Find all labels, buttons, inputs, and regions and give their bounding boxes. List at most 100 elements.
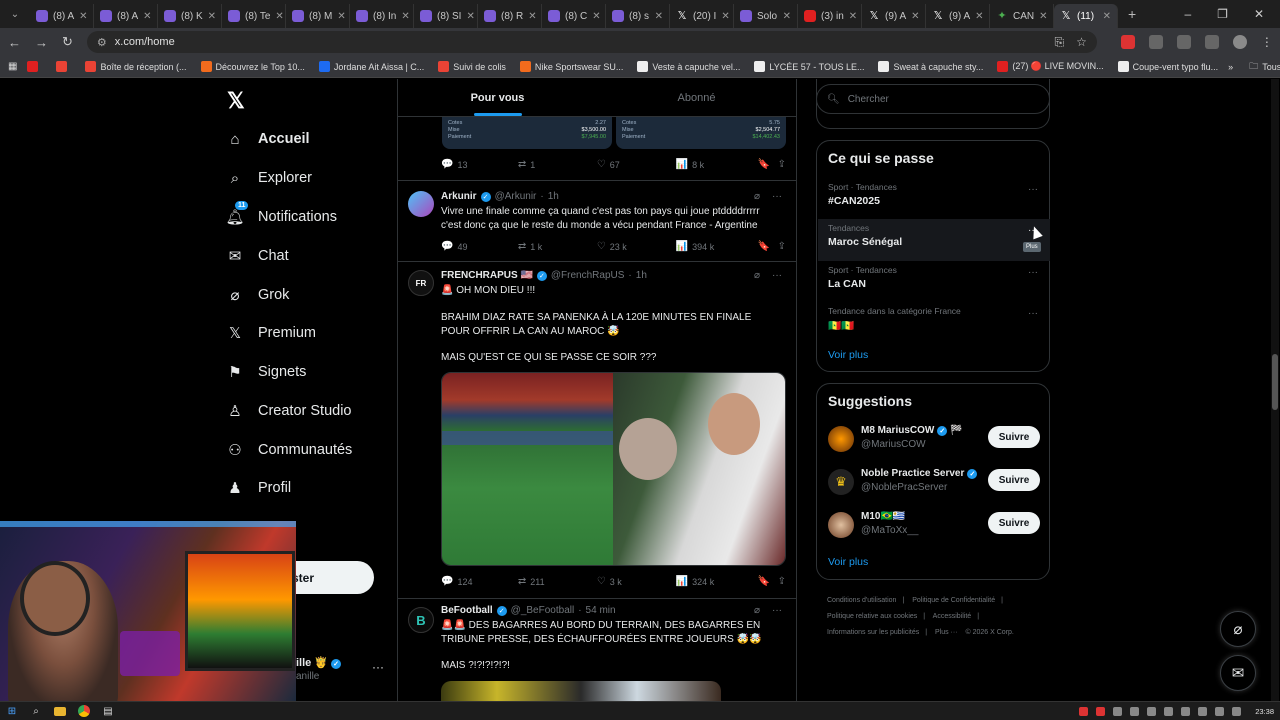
bookmark-item[interactable]: Jordane Ait Aissa | C... — [318, 61, 424, 72]
see-more-link[interactable]: Voir plus — [828, 556, 868, 568]
trend-item[interactable]: Sport · Tendances La CAN ··· — [818, 261, 1050, 303]
more-icon[interactable]: ··· — [1028, 267, 1038, 278]
share-button[interactable]: ⇪ — [778, 576, 786, 587]
more-icon[interactable]: ··· — [772, 191, 782, 202]
app-icon[interactable]: ▤ — [102, 705, 114, 717]
like-button[interactable]: ♡ 23 k — [597, 241, 676, 252]
close-tab-icon[interactable]: ✕ — [849, 11, 857, 22]
grok-icon[interactable]: ⌀ — [754, 270, 760, 281]
tweet-media[interactable] — [441, 681, 721, 701]
avatar[interactable] — [828, 426, 854, 452]
tray-icon[interactable] — [1079, 706, 1089, 716]
browser-tab[interactable]: 𝕏 (11) ✕ — [1054, 4, 1118, 28]
tweet-time[interactable]: 1h — [548, 191, 559, 202]
file-explorer-icon[interactable] — [54, 706, 66, 716]
bookmark-button[interactable]: 🔖 — [758, 576, 778, 587]
bookmark-item[interactable]: Sweat à capuche sty... — [878, 61, 983, 72]
chrome-icon[interactable] — [78, 705, 90, 717]
messages-fab-icon[interactable]: ✉ — [1220, 655, 1256, 691]
suggestion-item[interactable]: M8 MariusCOW ✓ 🏁 @MariusCOW Suivre — [818, 421, 1050, 461]
bookmark-item[interactable]: Découvrez le Top 10... — [200, 61, 305, 72]
search-input[interactable]: 🔍︎ Chercher — [816, 84, 1050, 114]
close-tab-icon[interactable]: ✕ — [528, 11, 536, 22]
grok-icon[interactable]: ⌀ — [754, 605, 760, 616]
tweet-media[interactable] — [441, 372, 786, 566]
repost-button[interactable]: ⇄ 1 — [518, 159, 597, 170]
extension-icon[interactable] — [1148, 35, 1163, 49]
repost-button[interactable]: ⇄ 1 k — [518, 241, 597, 252]
chevron-right-icon[interactable]: » — [1228, 62, 1233, 72]
close-window-icon[interactable]: ✕ — [1254, 7, 1264, 21]
bookmark-item[interactable]: Suivi de colis — [438, 61, 506, 72]
clock[interactable]: 23:38 — [1255, 707, 1274, 716]
more-icon[interactable]: ··· — [772, 270, 782, 281]
trend-item[interactable]: Tendance dans la catégorie France 🇸🇳🇸🇳 ·… — [818, 302, 1050, 344]
more-icon[interactable]: ··· — [1028, 184, 1038, 195]
search-icon[interactable]: ⌕ — [30, 705, 42, 717]
browser-tab[interactable]: (8) In ✕ — [350, 4, 414, 28]
footer-link[interactable]: Accessibilité — [933, 613, 972, 620]
tray-icon[interactable] — [1113, 706, 1123, 716]
browser-tab[interactable]: (8) R ✕ — [478, 4, 542, 28]
close-tab-icon[interactable]: ✕ — [275, 11, 283, 22]
close-tab-icon[interactable]: ✕ — [721, 11, 729, 22]
close-tab-icon[interactable]: ✕ — [1039, 11, 1047, 22]
more-icon[interactable]: ··· — [1028, 308, 1038, 319]
share-button[interactable]: ⇪ — [778, 159, 786, 170]
reply-button[interactable]: 💬 124 — [441, 576, 518, 587]
tray-icon[interactable] — [1096, 706, 1106, 716]
views-button[interactable]: 📊 8 k — [676, 159, 758, 170]
author-name[interactable]: BeFootball — [441, 605, 493, 616]
footer-more-link[interactable]: Plus ··· — [935, 629, 958, 636]
avatar[interactable] — [828, 512, 854, 538]
avatar[interactable] — [408, 191, 434, 217]
browser-tab[interactable]: (3) in ✕ — [798, 4, 862, 28]
crown-icon[interactable]: ♛ — [828, 469, 854, 495]
sidebar-item-profil[interactable]: ♟ Profil — [226, 479, 291, 497]
media-icon[interactable] — [1204, 35, 1219, 49]
tray-icon[interactable] — [1181, 706, 1191, 716]
sidebar-item-communautés[interactable]: ⚇ Communautés — [226, 441, 352, 459]
tray-icon[interactable] — [1198, 706, 1208, 716]
browser-tab[interactable]: (8) C ✕ — [542, 4, 606, 28]
profile-avatar-icon[interactable] — [1232, 35, 1247, 49]
browser-tab[interactable]: (8) A ✕ — [94, 4, 158, 28]
bookmark-item[interactable]: Boîte de réception (... — [85, 61, 187, 72]
tweet[interactable]: 💬 13 ⇄ 1 ♡ 67 📊 8 k 🔖 ⇪ — [398, 79, 796, 181]
tray-icon[interactable] — [1164, 706, 1174, 716]
page-scrollbar[interactable] — [1271, 79, 1279, 701]
sidebar-item-notifications[interactable]: 🔔︎ 11 Notifications — [225, 201, 337, 226]
trend-item[interactable]: Tendances Maroc Sénégal ··· — [818, 219, 1050, 261]
extension-icon[interactable] — [1120, 35, 1135, 49]
tweet-time[interactable]: 54 min — [586, 605, 616, 616]
reply-button[interactable]: 💬 13 — [441, 159, 518, 170]
browser-tab[interactable]: Solo ✕ — [734, 4, 798, 28]
close-tab-icon[interactable]: ✕ — [655, 11, 663, 22]
sidebar-item-explorer[interactable]: ⌕ Explorer — [226, 169, 312, 187]
author-handle[interactable]: @FrenchRapUS — [551, 270, 625, 281]
reply-button[interactable]: 💬 49 — [441, 241, 518, 252]
see-more-link[interactable]: Voir plus — [828, 349, 868, 361]
bookmark-star-icon[interactable]: ☆ — [1076, 35, 1087, 50]
puzzle-icon[interactable] — [1176, 35, 1191, 49]
media-image-reaction[interactable] — [613, 373, 785, 565]
browser-tab[interactable]: (8) M ✕ — [286, 4, 350, 28]
close-tab-icon[interactable]: ✕ — [79, 11, 87, 22]
avatar[interactable]: FR — [408, 270, 434, 296]
reload-icon[interactable]: ↻ — [62, 34, 73, 50]
tweet[interactable]: Arkunir ✓ @Arkunir · 1h ⌀ ··· Vivre une … — [398, 181, 796, 262]
close-tab-icon[interactable]: ✕ — [592, 11, 600, 22]
like-button[interactable]: ♡ 3 k — [597, 576, 676, 587]
follow-button[interactable]: Suivre — [988, 426, 1040, 448]
all-bookmarks-folder[interactable]: 🗀 Tous les favoris — [1249, 59, 1280, 75]
tray-icon[interactable] — [1147, 706, 1157, 716]
suggestion-name[interactable]: M10🇧🇷🇺🇾 — [861, 511, 905, 522]
bookmark-button[interactable]: 🔖 — [758, 241, 778, 252]
browser-tab[interactable]: (8) A ✕ — [30, 4, 94, 28]
close-tab-icon[interactable]: ✕ — [401, 11, 409, 22]
footer-link[interactable]: Politique relative aux cookies — [827, 613, 917, 620]
share-button[interactable]: ⇪ — [778, 241, 786, 252]
close-tab-icon[interactable]: ✕ — [208, 11, 216, 22]
author-handle[interactable]: @Arkunir — [495, 191, 537, 202]
browser-tab[interactable]: 𝕏 (9) A ✕ — [926, 4, 990, 28]
